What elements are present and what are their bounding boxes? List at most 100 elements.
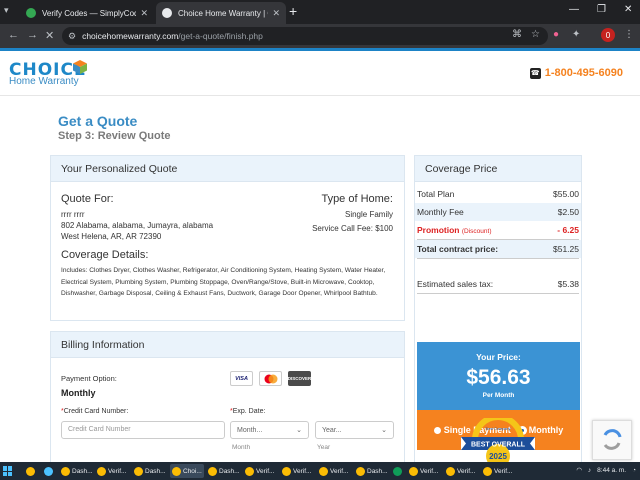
forward-icon[interactable]: →	[27, 29, 38, 41]
site-info-icon[interactable]: ⚙	[68, 31, 76, 42]
taskbar-item[interactable]: Verif...	[409, 464, 438, 478]
simplycodes-favicon-icon	[26, 8, 36, 18]
promotion-row: Promotion (Discount) - 6.25	[417, 225, 579, 235]
browser-tab-bar: ▾ Verify Codes — SimplyCodes ✕ Choice Ho…	[0, 0, 640, 24]
your-price-period: Per Month	[482, 392, 515, 399]
taskbar-item[interactable]: Verif...	[97, 464, 126, 478]
site-header: CHOICE Home Warranty ☎ 1-800-495-6090	[0, 48, 640, 96]
quote-address2: West Helena, AR, AR 72390	[61, 232, 162, 241]
taskbar-item[interactable]: Dash...	[208, 464, 240, 478]
browser-toolbar: ← → ✕ ⚙ choicehomewarranty.com/get-a-quo…	[0, 24, 640, 48]
home-type-label: Type of Home:	[321, 193, 393, 205]
choice-favicon-icon	[162, 8, 172, 18]
your-price-amount: $56.63	[466, 366, 531, 389]
edge-taskbar-icon[interactable]	[393, 464, 404, 478]
phone-link[interactable]: ☎ 1-800-495-6090	[529, 67, 623, 79]
search-taskbar-icon[interactable]	[44, 464, 55, 478]
chevron-down-icon: ⌄	[296, 427, 302, 434]
sales-tax-row: Estimated sales tax: $5.38	[417, 279, 579, 289]
volume-icon[interactable]: ♪	[588, 467, 591, 474]
chrome-taskbar-icon[interactable]	[26, 464, 37, 478]
billing-panel: Billing Information Payment Option: Mont…	[50, 331, 405, 462]
menu-icon[interactable]: ⋮	[624, 29, 634, 40]
taskbar-item[interactable]: Verif...	[446, 464, 475, 478]
quote-heading: Your Personalized Quote	[51, 156, 404, 182]
tab-choice-home-warranty[interactable]: Choice Home Warranty | Get a ✕	[156, 2, 286, 24]
extensions-puzzle-icon[interactable]: ✦	[572, 29, 580, 40]
back-icon[interactable]: ←	[8, 29, 19, 41]
exp-date-label: *Exp. Date:	[230, 408, 266, 415]
close-icon[interactable]: ✕	[140, 8, 148, 19]
page-content: CHOICE Home Warranty ☎ 1-800-495-6090 Ge…	[0, 48, 640, 462]
credit-card-input[interactable]: Credit Card Number	[61, 421, 225, 439]
exp-year-select[interactable]: Year... ⌄	[315, 421, 394, 439]
chevron-down-icon: ⌄	[381, 427, 387, 434]
badge-main-text: BEST OVERALL	[471, 442, 526, 449]
page-title: Get a Quote	[58, 113, 138, 129]
tab-title: Verify Codes — SimplyCodes	[42, 8, 137, 18]
windows-taskbar: Dash... Verif... Dash... Choi... Dash...…	[0, 462, 640, 480]
close-icon[interactable]: ✕	[272, 8, 280, 19]
url-text: choicehomewarranty.com/get-a-quote/finis…	[82, 31, 263, 41]
monthly-fee-row: Monthly Fee $2.50	[415, 203, 581, 221]
taskbar-item[interactable]: Dash...	[356, 464, 388, 478]
taskbar-item[interactable]: Dash...	[61, 464, 93, 478]
recaptcha-widget[interactable]	[592, 420, 632, 460]
bookmark-star-icon[interactable]: ☆	[531, 29, 540, 40]
notification-bell-icon[interactable]: ◔	[632, 467, 636, 474]
restore-icon[interactable]: ❐	[597, 4, 606, 15]
close-window-icon[interactable]: ✕	[624, 4, 632, 15]
coverage-details-label: Coverage Details:	[61, 249, 149, 261]
taskbar-item[interactable]: Verif...	[282, 464, 311, 478]
mastercard-icon	[259, 371, 282, 386]
coverage-price-heading: Coverage Price	[415, 156, 581, 182]
year-hint: Year	[317, 444, 331, 451]
tab-list-icon[interactable]: ▾	[4, 5, 16, 17]
new-tab-icon[interactable]: +	[289, 3, 297, 19]
month-hint: Month	[232, 444, 251, 451]
billing-heading: Billing Information	[51, 332, 404, 358]
badge-top-text: Best Company	[486, 427, 511, 431]
system-tray: ◠ ♪ 8:44 a. m. ◔	[576, 466, 636, 475]
price-divider	[417, 258, 579, 259]
taskbar-item[interactable]: Dash...	[134, 464, 166, 478]
exp-month-select[interactable]: Month... ⌄	[230, 421, 309, 439]
minimize-icon[interactable]: —	[569, 4, 579, 15]
taskbar-item[interactable]: Verif...	[483, 464, 512, 478]
clock[interactable]: 8:44 a. m.	[597, 467, 626, 474]
your-price-box: Your Price: $56.63 Per Month	[417, 342, 580, 410]
taskbar-item[interactable]: Verif...	[319, 464, 348, 478]
extension-icon[interactable]: ●	[553, 29, 559, 40]
recaptcha-icon	[603, 429, 622, 450]
payment-option-label: Payment Option:	[61, 374, 117, 383]
total-plan-row: Total Plan $55.00	[417, 189, 579, 199]
taskbar-item[interactable]: Verif...	[245, 464, 274, 478]
price-divider	[417, 293, 579, 294]
radio-icon	[433, 427, 441, 435]
address-bar[interactable]: ⚙ choicehomewarranty.com/get-a-quote/fin…	[62, 27, 548, 45]
windows-start-icon[interactable]	[3, 466, 13, 476]
badge-year: 2025	[489, 452, 507, 461]
coverage-details-text: Includes: Clothes Dryer, Clothes Washer,…	[61, 267, 386, 297]
tab-simplycodes[interactable]: Verify Codes — SimplyCodes ✕	[20, 2, 154, 24]
quote-address1: 802 Alabama, alabama, Jumayra, alabama	[61, 221, 214, 230]
translate-icon[interactable]: ⌘	[512, 29, 522, 40]
quote-for-label: Quote For:	[61, 193, 114, 205]
quote-panel: Your Personalized Quote Quote For: rrrr …	[50, 155, 405, 321]
best-overall-badge: Best Company BEST OVERALL 2025	[461, 418, 535, 462]
your-price-label: Your Price:	[476, 352, 521, 362]
wifi-icon[interactable]: ◠	[576, 466, 582, 474]
home-type-value: Single Family	[344, 210, 393, 219]
logo-cube-icon	[73, 60, 87, 74]
visa-card-icon: VISA	[230, 371, 253, 386]
discover-card-icon: DISCOVER	[288, 371, 311, 386]
service-fee: Service Call Fee: $100	[312, 224, 393, 233]
profile-avatar[interactable]: 0	[601, 28, 615, 42]
coverage-price-panel: Coverage Price Total Plan $55.00 Monthly …	[414, 155, 582, 462]
page-subtitle: Step 3: Review Quote	[58, 130, 171, 142]
stop-loading-icon[interactable]: ✕	[45, 29, 54, 42]
total-contract-row: Total contract price: $51.25	[415, 240, 581, 258]
tab-title: Choice Home Warranty | Get a	[178, 8, 268, 18]
logo-subtitle: Home Warranty	[9, 76, 79, 87]
taskbar-item-active[interactable]: Choi...	[170, 464, 204, 478]
